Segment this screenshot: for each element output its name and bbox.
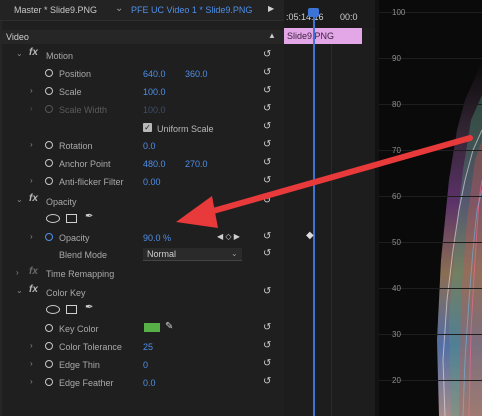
annotation-arrow: [176, 135, 473, 228]
arrow-head: [176, 196, 218, 228]
arrow-shaft: [203, 135, 473, 216]
